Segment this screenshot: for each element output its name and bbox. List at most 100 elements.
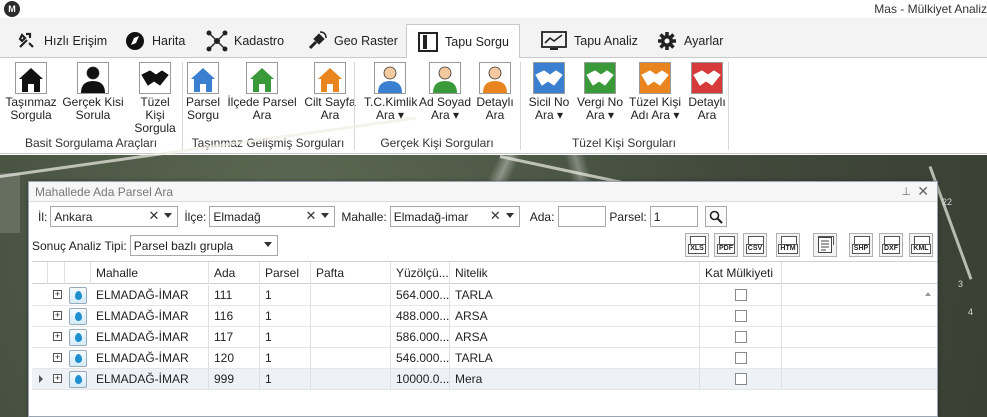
analiz-combo[interactable]: Parsel bazlı grupla <box>129 235 278 256</box>
ribbon-button-tüzel-kişi[interactable]: Tüzel Kişi Adı Ara ▾ <box>628 62 682 132</box>
col-mahalle[interactable]: Mahalle <box>91 262 209 284</box>
tab-harita[interactable]: Harita <box>114 24 195 58</box>
tab-label: Harita <box>152 34 186 48</box>
col-ada[interactable]: Ada <box>209 262 260 284</box>
locate-on-map-icon[interactable] <box>69 350 87 367</box>
table-row[interactable]: + ELMADAĞ-İMAR 116 1 488.000... ARSA <box>32 306 937 327</box>
export-label: XLS <box>688 244 706 254</box>
expand-row-icon[interactable]: + <box>53 332 62 341</box>
cell-kat-mulkiyeti <box>700 285 782 306</box>
cell-pafta <box>311 348 391 369</box>
table-row[interactable]: + ELMADAĞ-İMAR 999 1 10000.0... Mera <box>32 369 937 390</box>
pin-icon[interactable]: ⊥ <box>901 185 911 198</box>
mahalle-combo[interactable]: Elmadağ-imar ✕ <box>389 206 520 227</box>
kat-mulkiyeti-checkbox[interactable] <box>735 373 747 385</box>
ribbon-button-i-lçede-parsel[interactable]: İlçede Parsel Ara <box>224 62 300 132</box>
parsel-input[interactable]: 1 <box>649 206 698 227</box>
house-icon <box>187 62 219 94</box>
chart-monitor-icon <box>540 30 568 52</box>
cell-pafta <box>311 327 391 348</box>
clear-icon[interactable]: ✕ <box>148 208 159 224</box>
il-combo[interactable]: Ankara ✕ <box>50 206 179 227</box>
export-shp-button[interactable]: SHP <box>849 233 873 257</box>
tab-kadastro[interactable]: Kadastro <box>196 24 294 58</box>
ribbon-button-vergi-no[interactable]: Vergi No Ara ▾ <box>575 62 625 132</box>
ilce-combo[interactable]: Elmadağ ✕ <box>209 206 336 227</box>
analysis-row: Sonuç Analiz Tipi: Parsel bazlı grupla <box>32 235 278 256</box>
report-list-button[interactable] <box>813 233 837 257</box>
col-nitelik[interactable]: Nitelik <box>450 262 700 284</box>
tab-tapu-analiz[interactable]: Tapu Analiz <box>530 24 648 58</box>
export-csv-button[interactable]: CSV <box>743 233 767 257</box>
ribbon-button-detaylı[interactable]: Detaylı Ara <box>474 62 516 132</box>
locate-on-map-icon[interactable] <box>69 287 87 304</box>
ribbon-button-sicil-no[interactable]: Sicil No Ara ▾ <box>526 62 572 132</box>
col-pafta[interactable]: Pafta <box>311 262 391 284</box>
map-parcel-label: 3 <box>958 279 964 289</box>
export-htm-button[interactable]: HTM <box>776 233 800 257</box>
ribbon-button-gerçek-kisi[interactable]: Gerçek Kisi Sorula <box>58 62 128 132</box>
tab-hizli-erisim[interactable]: Hızlı Erişim <box>6 24 117 58</box>
kat-mulkiyeti-checkbox[interactable] <box>735 331 747 343</box>
parsel-label: Parsel: <box>609 209 647 224</box>
kat-mulkiyeti-checkbox[interactable] <box>735 289 747 301</box>
col-yuzolcum[interactable]: Yüzölçü... <box>391 262 450 284</box>
locate-on-map-icon[interactable] <box>69 308 87 325</box>
ada-label: Ada: <box>529 209 555 224</box>
kat-mulkiyeti-checkbox[interactable] <box>735 310 747 322</box>
search-icon <box>709 210 723 224</box>
kat-mulkiyeti-checkbox[interactable] <box>735 352 747 364</box>
cell-nitelik: TARLA <box>450 285 700 306</box>
tab-ayarlar[interactable]: Ayarlar <box>646 24 733 58</box>
person-icon <box>429 62 461 94</box>
clear-icon[interactable]: ✕ <box>490 208 501 224</box>
col-kat-mulkiyeti[interactable]: Kat Mülkiyeti <box>700 262 782 284</box>
handshake-icon <box>584 62 616 94</box>
chevron-down-icon[interactable] <box>321 213 330 218</box>
ribbon-button-tüzel-kişi[interactable]: Tüzel Kişi Sorgula <box>130 62 180 135</box>
cell-pafta <box>311 369 391 390</box>
table-row[interactable]: + ELMADAĞ-İMAR 111 1 564.000... TARLA <box>32 285 937 306</box>
cell-kat-mulkiyeti <box>700 348 782 369</box>
export-pdf-button[interactable]: PDF <box>714 233 738 257</box>
tab-geo-raster[interactable]: Geo Raster <box>296 24 408 58</box>
expand-row-icon[interactable]: + <box>53 353 62 362</box>
ribbon-button-ad-soyad[interactable]: Ad Soyad Ara ▾ <box>418 62 472 132</box>
tab-tapu-sorgu[interactable]: Tapu Sorgu <box>406 24 520 59</box>
ribbon-button-cilt-sayfa[interactable]: Cilt Sayfa Ara <box>302 62 358 132</box>
analiz-label: Sonuç Analiz Tipi: <box>32 238 127 253</box>
export-xls-button[interactable]: XLS <box>685 233 709 257</box>
cell-nitelik: TARLA <box>450 348 700 369</box>
chevron-down-icon[interactable] <box>263 242 272 247</box>
title-bar: M Mas - Mülkiyet Analiz <box>0 0 987 18</box>
export-label: SHP <box>851 244 871 254</box>
export-label: DXF <box>882 244 900 254</box>
expand-row-icon[interactable]: + <box>53 311 62 320</box>
ribbon-panel: Taşınmaz Sorgula Gerçek Kisi Sorula Tüzel … <box>0 58 987 154</box>
export-kml-button[interactable]: KML <box>909 233 933 257</box>
app-logo[interactable]: M <box>4 1 20 17</box>
ribbon-group-label: Basit Sorgulama Araçları <box>24 136 158 150</box>
ada-input[interactable] <box>558 206 607 227</box>
col-parsel[interactable]: Parsel <box>260 262 311 284</box>
locate-on-map-icon[interactable] <box>69 371 87 388</box>
ribbon-button-taşınmaz[interactable]: Taşınmaz Sorgula <box>4 62 58 132</box>
table-row[interactable]: + ELMADAĞ-İMAR 117 1 586.000... ARSA <box>32 327 937 348</box>
clear-icon[interactable]: ✕ <box>305 208 316 224</box>
search-button[interactable] <box>704 206 727 227</box>
map-nav-control[interactable] <box>0 173 20 233</box>
chevron-down-icon[interactable] <box>505 213 514 218</box>
chevron-down-icon[interactable] <box>164 213 173 218</box>
expand-row-icon[interactable]: + <box>53 290 62 299</box>
export-dxf-button[interactable]: DXF <box>879 233 903 257</box>
close-icon[interactable]: ✕ <box>917 183 929 200</box>
ribbon-button-detaylı[interactable]: Detaylı Ara <box>686 62 728 132</box>
table-row[interactable]: + ELMADAĞ-İMAR 120 1 546.000... TARLA <box>32 348 937 369</box>
expand-row-icon[interactable]: + <box>53 374 62 383</box>
ribbon-button-parsel[interactable]: Parsel Sorgu <box>184 62 222 132</box>
locate-on-map-icon[interactable] <box>69 329 87 346</box>
ribbon-button-label: Detaylı Ara <box>688 95 726 122</box>
cell-parsel: 1 <box>260 306 311 327</box>
grid-expand-col <box>48 262 65 284</box>
cell-ada: 116 <box>209 306 260 327</box>
